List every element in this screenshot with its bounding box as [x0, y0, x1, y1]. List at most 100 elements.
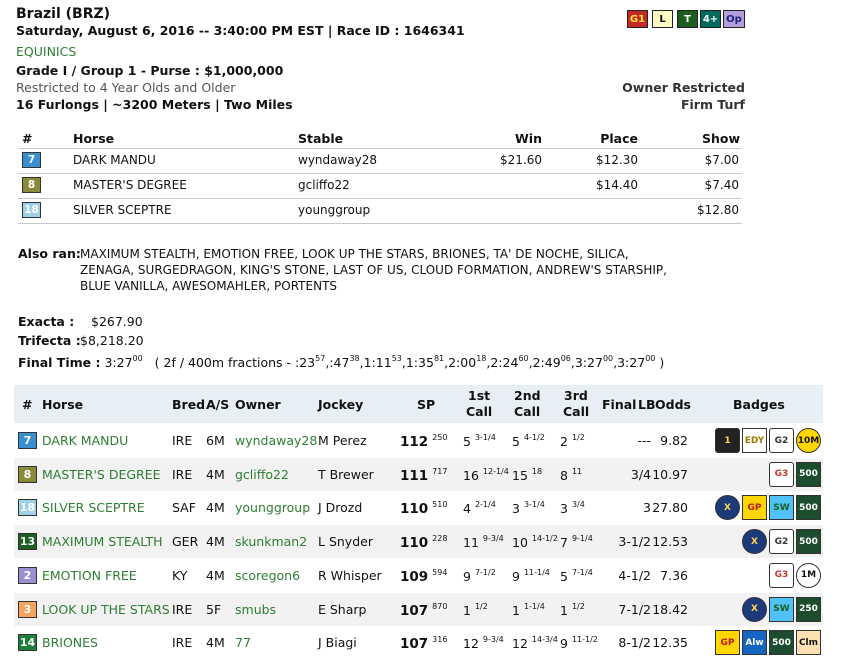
hdr-1st-call: Call	[466, 404, 493, 419]
hdr-odds: Odds	[655, 397, 691, 412]
first-call: 9 7-1/2	[463, 568, 496, 584]
bred: SAF	[172, 500, 196, 516]
hdr-3rd-call: Call	[563, 404, 590, 419]
also-ran-label: Also ran:	[18, 246, 81, 261]
owner-link[interactable]: wyndaway28	[235, 433, 317, 448]
first-call-pos: 11	[463, 535, 479, 551]
second-call: 9 11-1/4	[512, 568, 550, 584]
speed-figure: 110	[400, 501, 429, 518]
third-call-margin: 11-1/2	[571, 635, 598, 645]
win-payout: $21.60	[500, 153, 542, 167]
second-call-margin: 1-1/4	[523, 601, 545, 611]
post-position-badge: 13	[18, 533, 37, 551]
badges-group: 1 EDY G2 10M	[715, 428, 821, 453]
stable-name: gcliffo22	[298, 178, 350, 192]
second-call: 5 4-1/2	[512, 433, 545, 449]
speed-figure: 107	[400, 636, 429, 653]
speed-figure-decimal: 250	[432, 433, 448, 442]
fractions-intro: ( 2f / 400m fractions -	[154, 355, 292, 370]
jockey: R Whisper	[318, 567, 382, 583]
brand-link[interactable]: EQUINICS	[16, 44, 76, 59]
results-row: 8 MASTER'S DEGREE gcliffo22 $14.40 $7.40	[18, 174, 742, 198]
horse-link[interactable]: EMOTION FREE	[42, 568, 137, 583]
fraction-hundredths: 53	[391, 354, 402, 363]
hdr-3rd: 3rd	[564, 388, 588, 403]
tag-4plus: 4+	[700, 10, 721, 28]
owner-link[interactable]: skunkman2	[235, 534, 307, 549]
hdr-as: A/S	[206, 397, 230, 412]
speed-figure-wrap: 107 870	[400, 602, 447, 619]
third-call-pos: 2	[560, 434, 568, 449]
hdr-num: #	[22, 397, 33, 412]
post-position-badge: 8	[18, 465, 37, 483]
place-payout: $14.40	[596, 178, 638, 192]
first-call: 1 1/2	[463, 602, 488, 618]
trifecta-label: Trifecta :	[18, 333, 81, 348]
hdr-jockey: Jockey	[318, 397, 364, 412]
speed-figure-decimal: 717	[432, 466, 448, 476]
post-position-badge: 8	[22, 177, 41, 193]
odds: 12.35	[652, 635, 688, 651]
chart-row: 14 BRIONES IRE 4M 77 J Biagi 107 316 12 9-3/4 12…	[14, 626, 823, 660]
gold-cup-icon: EDY	[742, 428, 767, 453]
second-call-pos: 15	[512, 467, 528, 483]
hdr-owner: Owner	[235, 397, 281, 412]
fraction-time: 3:27	[617, 355, 646, 370]
bred: IRE	[172, 433, 193, 448]
owner-link[interactable]: 77	[235, 635, 251, 650]
horse-name: MASTER'S DEGREE	[73, 178, 187, 192]
horse-link[interactable]: DARK MANDU	[42, 433, 128, 448]
age-sex: 4M	[206, 500, 225, 516]
fraction-time: 3:27	[574, 355, 603, 370]
gold-star-1-icon: 1	[715, 428, 740, 453]
col-num: #	[22, 131, 33, 146]
horse-link[interactable]: LOOK UP THE STARS	[42, 602, 170, 617]
bred: KY	[172, 567, 188, 583]
owner-link[interactable]: younggroup	[235, 500, 310, 515]
second-call: 1 1-1/4	[512, 602, 545, 618]
col-stable: Stable	[298, 131, 344, 146]
owner-link[interactable]: gcliffo22	[235, 467, 289, 482]
first-call-pos: 12	[463, 636, 479, 652]
badges-group: X G2 500	[742, 529, 821, 555]
chart-row: 3 LOOK UP THE STARS IRE 5F smubs E Sharp 107 8…	[14, 592, 823, 627]
first-call-margin: 1/2	[474, 601, 488, 611]
x-medal-icon: X	[742, 596, 767, 622]
first-call-margin: 7-1/2	[474, 567, 496, 577]
badges-group: G3 500	[769, 461, 821, 487]
500-box-icon: 500	[796, 529, 821, 555]
fraction-time: 1:11	[363, 355, 392, 370]
chart-row: 18 SILVER SCEPTRE SAF 4M younggroup J Drozd 11…	[14, 491, 823, 526]
owner-restricted: Owner Restricted	[622, 80, 745, 95]
first-call-margin: 2-1/4	[474, 500, 496, 510]
trifecta-value: $8,218.20	[80, 333, 144, 348]
hdr-1st: 1st	[468, 388, 491, 403]
race-date-line: Saturday, August 6, 2016 -- 3:40:00 PM E…	[16, 23, 465, 38]
horse-link[interactable]: SILVER SCEPTRE	[42, 500, 145, 515]
chart-row: 7 DARK MANDU IRE 6M wyndaway28 M Perez 112 250…	[14, 424, 823, 458]
fraction-hundredths: 00	[645, 354, 656, 363]
fractions-close: )	[659, 355, 665, 370]
third-call: 5 7-1/4	[560, 568, 593, 584]
speed-figure-decimal: 316	[432, 635, 448, 645]
exacta-value: $267.90	[91, 314, 143, 329]
hdr-sp: SP	[417, 397, 436, 412]
col-horse: Horse	[73, 131, 115, 146]
first-call: 4 2-1/4	[463, 500, 496, 516]
owner-link[interactable]: smubs	[235, 602, 276, 617]
fraction-hundredths: 00	[602, 354, 614, 363]
tag-g1: G1	[627, 10, 648, 28]
fraction-hundredths: 60	[518, 354, 529, 363]
col-show: Show	[701, 131, 740, 146]
horse-link[interactable]: MAXIMUM STEALTH	[42, 534, 163, 549]
second-call-pos: 12	[512, 636, 528, 652]
second-call-margin: 4-1/2	[523, 433, 545, 442]
distance-text: 16 Furlongs | ~3200 Meters | Two Miles	[16, 97, 293, 112]
owner-link[interactable]: scoregon6	[235, 568, 300, 583]
badges-group: G3 1M	[769, 562, 821, 588]
lengths-behind: 3/4	[630, 466, 651, 482]
odds: 27.80	[652, 500, 688, 516]
horse-link[interactable]: MASTER'S DEGREE	[42, 467, 161, 482]
horse-link[interactable]: BRIONES	[42, 635, 98, 650]
jockey: E Sharp	[318, 601, 367, 617]
